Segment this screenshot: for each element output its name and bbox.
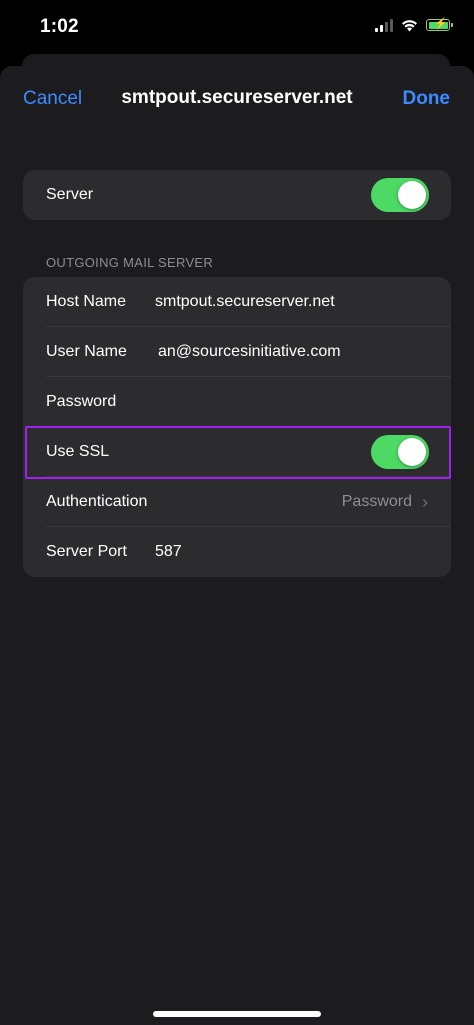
server-port-row[interactable]: Server Port 587 xyxy=(23,527,451,577)
signal-icon xyxy=(375,18,393,32)
highlight-box xyxy=(25,426,451,479)
server-port-label: Server Port xyxy=(46,543,127,560)
status-time: 1:02 xyxy=(40,16,79,37)
password-label: Password xyxy=(46,393,117,410)
authentication-value-group: Password › xyxy=(342,493,428,511)
host-name-label: Host Name xyxy=(46,293,127,310)
authentication-row[interactable]: Authentication Password › xyxy=(23,477,451,527)
host-name-row[interactable]: Host Name smtpout.secureserver.net xyxy=(23,277,451,327)
server-port-field[interactable]: 587 xyxy=(155,543,182,561)
server-toggle[interactable] xyxy=(371,178,429,212)
status-icons: ⚡ xyxy=(375,18,453,32)
toggle-knob xyxy=(398,181,426,209)
settings-sheet: Cancel smtpout.secureserver.net Done Ser… xyxy=(0,66,474,1025)
server-row: Server xyxy=(23,170,451,220)
chevron-right-icon: › xyxy=(422,492,428,512)
wifi-icon xyxy=(402,19,417,31)
user-name-row[interactable]: User Name an@sourcesinitiative.com xyxy=(23,327,451,377)
password-row[interactable]: Password xyxy=(23,377,451,427)
user-name-field[interactable]: an@sourcesinitiative.com xyxy=(158,343,341,361)
host-name-field[interactable]: smtpout.secureserver.net xyxy=(155,293,335,311)
authentication-value: Password xyxy=(341,493,412,510)
battery-icon: ⚡ xyxy=(426,18,453,31)
server-label: Server xyxy=(46,186,94,203)
home-indicator[interactable] xyxy=(153,1011,321,1017)
done-button[interactable]: Done xyxy=(403,88,451,110)
server-group: Server xyxy=(23,170,451,220)
user-name-label: User Name xyxy=(46,343,127,360)
section-header-outgoing: OUTGOING MAIL SERVER xyxy=(46,255,214,270)
authentication-label: Authentication xyxy=(46,493,148,510)
status-bar: 1:02 ⚡ xyxy=(0,0,474,56)
navigation-bar: Cancel smtpout.secureserver.net Done xyxy=(0,66,474,130)
